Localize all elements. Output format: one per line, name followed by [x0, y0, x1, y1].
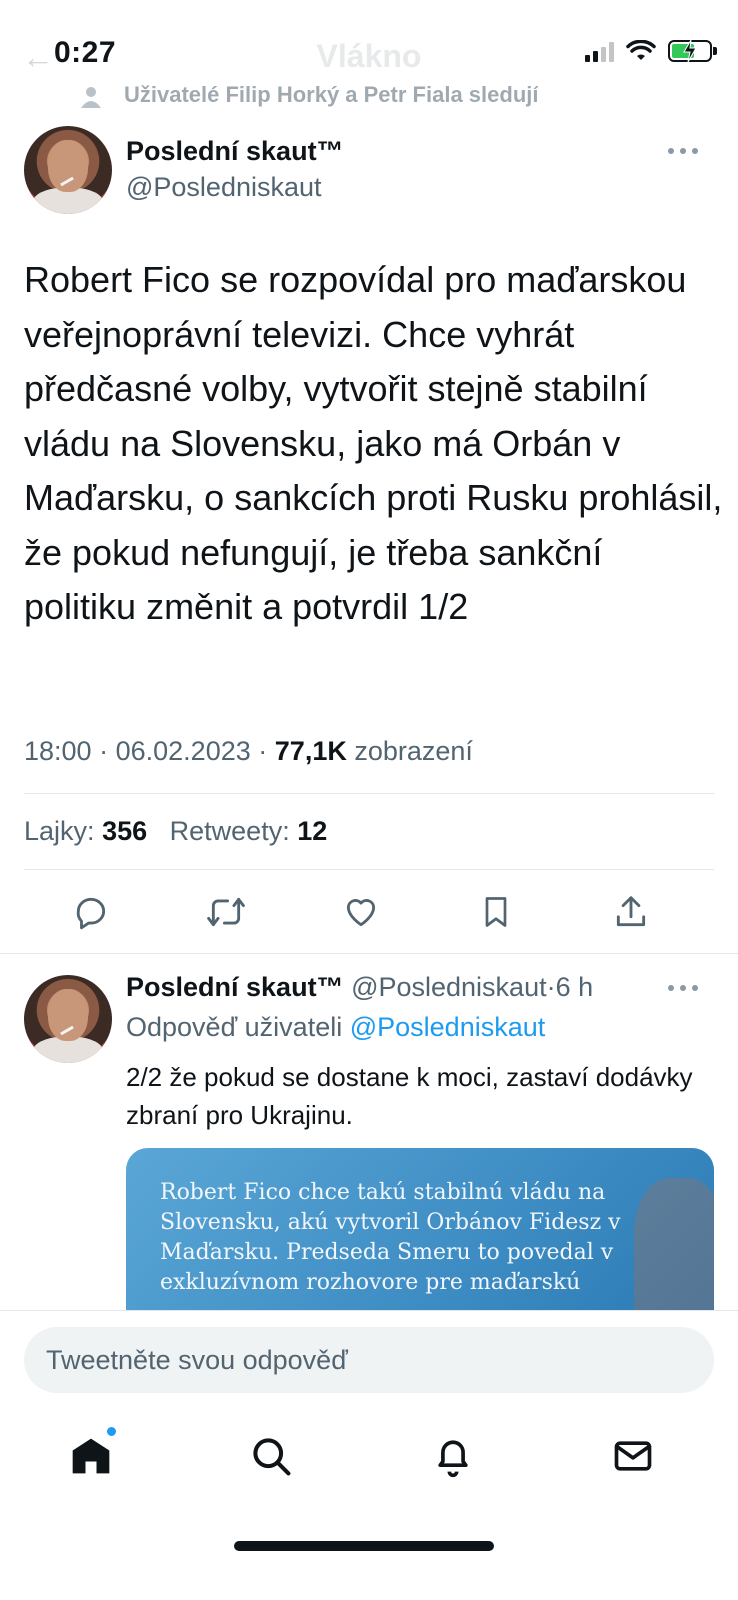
search-icon[interactable]	[247, 1432, 295, 1480]
reply-input[interactable]: Tweetněte svou odpověď	[24, 1327, 714, 1393]
reply-to: Odpověď uživateli @Posledniskaut	[126, 1012, 546, 1042]
tweet-text: Robert Fico se rozpovídal pro maďarskou …	[24, 259, 723, 627]
reply-author-name[interactable]: Poslední skaut™	[126, 972, 344, 1002]
share-icon[interactable]	[607, 888, 655, 936]
link-card[interactable]: Robert Fico chce takú stabilnú vládu na …	[126, 1148, 714, 1318]
battery-icon	[668, 39, 717, 63]
bookmark-icon[interactable]	[472, 888, 520, 936]
divider	[24, 793, 714, 794]
wifi-icon	[626, 40, 656, 60]
divider	[0, 953, 738, 954]
home-indicator	[234, 1541, 494, 1551]
social-context[interactable]: Uživatelé Filip Horký a Petr Fiala sledu…	[124, 82, 538, 108]
reply-text: 2/2 že pokud se dostane k moci, zastaví …	[126, 1062, 693, 1130]
status-time: 0:27	[54, 36, 117, 69]
reply-avatar[interactable]	[24, 975, 112, 1063]
reply-icon[interactable]	[67, 888, 115, 936]
like-icon[interactable]	[337, 888, 385, 936]
tweet-actions	[0, 888, 738, 936]
card-text: Robert Fico chce takú stabilnú vládu na …	[160, 1180, 621, 1295]
messages-icon[interactable]	[609, 1432, 657, 1480]
reply-input-placeholder: Tweetněte svou odpověď	[46, 1345, 348, 1375]
more-options-icon[interactable]	[668, 148, 698, 156]
reply-header: Poslední skaut™ @Posledniskaut·6 h	[126, 972, 594, 1002]
reply-to-link[interactable]: @Posledniskaut	[350, 1012, 546, 1042]
notifications-icon[interactable]	[429, 1432, 477, 1480]
top-bar: ← Vlákno 0:27 Uživatelé Filip Horký a Pe…	[0, 0, 738, 108]
reply-age: 6 h	[555, 972, 594, 1002]
tweet-date: 06.02.2023	[115, 736, 251, 766]
person-icon	[81, 87, 101, 108]
status-icons	[585, 39, 717, 63]
avatar[interactable]	[24, 126, 112, 214]
author-handle[interactable]: @Posledniskaut	[126, 172, 322, 203]
more-options-icon[interactable]	[668, 985, 698, 993]
cellular-signal-icon	[585, 40, 614, 62]
home-icon[interactable]	[67, 1426, 117, 1480]
tweet-time: 18:00	[24, 736, 92, 766]
tab-bar	[0, 1420, 738, 1490]
tweet-meta: 18:00 · 06.02.2023 · 77,1K zobrazení	[24, 736, 473, 766]
divider	[24, 869, 714, 870]
views-label: zobrazení	[354, 736, 473, 766]
retweets-stat[interactable]: Retweety: 12	[170, 816, 328, 846]
reply-author-handle[interactable]: @Posledniskaut	[351, 972, 547, 1002]
views-count: 77,1K	[274, 736, 347, 766]
new-content-dot	[106, 1426, 117, 1437]
card-image	[634, 1178, 714, 1318]
retweet-icon[interactable]	[202, 888, 250, 936]
likes-stat[interactable]: Lajky: 356	[24, 816, 147, 846]
author-name[interactable]: Poslední skaut™	[126, 136, 344, 167]
tweet-stats: Lajky: 356 Retweety: 12	[24, 816, 327, 847]
